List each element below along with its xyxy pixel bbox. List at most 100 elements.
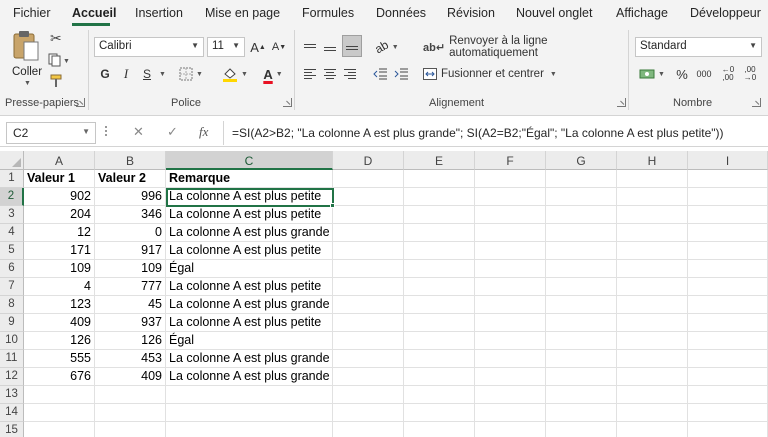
merge-center-button[interactable]: Fusionner et centrer ▼ <box>423 64 563 84</box>
underline-dropdown-icon[interactable]: ▼ <box>155 64 167 84</box>
cell-h11[interactable] <box>617 350 688 368</box>
paste-button[interactable]: Coller ▼ <box>10 30 44 87</box>
cell-g7[interactable] <box>546 278 617 296</box>
column-header-g[interactable]: G <box>546 151 617 170</box>
cell-a14[interactable] <box>24 404 95 422</box>
tab-accueil[interactable]: Accueil <box>72 6 116 20</box>
cell-f10[interactable] <box>475 332 546 350</box>
cell-d4[interactable] <box>333 224 404 242</box>
cell-a5[interactable]: 171 <box>24 242 95 260</box>
cell-b8[interactable]: 45 <box>95 296 166 314</box>
cell-h2[interactable] <box>617 188 688 206</box>
column-header-b[interactable]: B <box>95 151 166 170</box>
cell-g5[interactable] <box>546 242 617 260</box>
align-right-button[interactable] <box>342 64 358 84</box>
cell-g2[interactable] <box>546 188 617 206</box>
cell-c10[interactable]: Égal <box>166 332 333 350</box>
cell-i1[interactable] <box>688 170 768 188</box>
cell-e11[interactable] <box>404 350 475 368</box>
row-header-11[interactable]: 11 <box>0 350 24 368</box>
cell-c12[interactable]: La colonne A est plus grande <box>166 368 333 386</box>
row-header-8[interactable]: 8 <box>0 296 24 314</box>
cell-c13[interactable] <box>166 386 333 404</box>
cell-f14[interactable] <box>475 404 546 422</box>
cell-e4[interactable] <box>404 224 475 242</box>
cell-b10[interactable]: 126 <box>95 332 166 350</box>
cell-b11[interactable]: 453 <box>95 350 166 368</box>
cell-g1[interactable] <box>546 170 617 188</box>
cell-c5[interactable]: La colonne A est plus petite <box>166 242 333 260</box>
cell-c15[interactable] <box>166 422 333 437</box>
cell-a2[interactable]: 902 <box>24 188 95 206</box>
align-left-button[interactable] <box>302 64 318 84</box>
insert-function-icon[interactable]: fx <box>199 124 208 140</box>
cell-c1[interactable]: Remarque <box>166 170 333 188</box>
cell-e6[interactable] <box>404 260 475 278</box>
font-color-button[interactable]: A ▼ <box>256 64 290 84</box>
cell-c11[interactable]: La colonne A est plus grande <box>166 350 333 368</box>
increase-decimal-button[interactable]: ←0,00 <box>718 64 738 84</box>
cell-c8[interactable]: La colonne A est plus grande <box>166 296 333 314</box>
currency-format-button[interactable]: ▼ <box>636 64 668 84</box>
cell-i3[interactable] <box>688 206 768 224</box>
cell-b4[interactable]: 0 <box>95 224 166 242</box>
copy-icon[interactable]: ▼ <box>48 53 70 70</box>
cell-g6[interactable] <box>546 260 617 278</box>
cell-e12[interactable] <box>404 368 475 386</box>
cell-d11[interactable] <box>333 350 404 368</box>
cell-h8[interactable] <box>617 296 688 314</box>
cell-f6[interactable] <box>475 260 546 278</box>
cell-b5[interactable]: 917 <box>95 242 166 260</box>
cell-d6[interactable] <box>333 260 404 278</box>
cell-d14[interactable] <box>333 404 404 422</box>
cell-g3[interactable] <box>546 206 617 224</box>
clipboard-launcher-icon[interactable] <box>76 98 85 107</box>
row-header-5[interactable]: 5 <box>0 242 24 260</box>
cell-i7[interactable] <box>688 278 768 296</box>
cell-b14[interactable] <box>95 404 166 422</box>
cell-i11[interactable] <box>688 350 768 368</box>
cell-i10[interactable] <box>688 332 768 350</box>
cell-h5[interactable] <box>617 242 688 260</box>
column-header-i[interactable]: I <box>688 151 768 170</box>
cell-a9[interactable]: 409 <box>24 314 95 332</box>
cell-f2[interactable] <box>475 188 546 206</box>
cell-h7[interactable] <box>617 278 688 296</box>
cell-c4[interactable]: La colonne A est plus grande <box>166 224 333 242</box>
cell-b2[interactable]: 996 <box>95 188 166 206</box>
format-painter-icon[interactable] <box>50 74 64 91</box>
cell-b15[interactable] <box>95 422 166 437</box>
cell-a10[interactable]: 126 <box>24 332 95 350</box>
cell-b12[interactable]: 409 <box>95 368 166 386</box>
align-top-button[interactable] <box>302 37 318 57</box>
cell-h9[interactable] <box>617 314 688 332</box>
number-launcher-icon[interactable] <box>752 98 761 107</box>
cell-g8[interactable] <box>546 296 617 314</box>
align-middle-button[interactable] <box>322 37 338 57</box>
cell-g15[interactable] <box>546 422 617 437</box>
cell-f7[interactable] <box>475 278 546 296</box>
cut-icon[interactable]: ✂ <box>50 30 62 47</box>
cell-f8[interactable] <box>475 296 546 314</box>
underline-button[interactable]: S <box>139 64 155 84</box>
cell-a8[interactable]: 123 <box>24 296 95 314</box>
tab-fichier[interactable]: Fichier <box>13 6 51 20</box>
column-header-d[interactable]: D <box>333 151 404 170</box>
font-size-combo[interactable]: 11 ▼ <box>207 37 245 57</box>
tab-revision[interactable]: Révision <box>447 6 495 20</box>
cancel-icon[interactable]: ✕ <box>133 124 144 140</box>
cell-a15[interactable] <box>24 422 95 437</box>
italic-button[interactable]: I <box>118 64 134 84</box>
row-header-9[interactable]: 9 <box>0 314 24 332</box>
align-bottom-button[interactable] <box>342 35 362 57</box>
row-header-14[interactable]: 14 <box>0 404 24 422</box>
fill-handle[interactable] <box>330 203 335 208</box>
cell-f3[interactable] <box>475 206 546 224</box>
cell-f11[interactable] <box>475 350 546 368</box>
cell-i13[interactable] <box>688 386 768 404</box>
cell-i2[interactable] <box>688 188 768 206</box>
row-header-6[interactable]: 6 <box>0 260 24 278</box>
increase-indent-button[interactable] <box>392 64 410 84</box>
decrease-indent-button[interactable] <box>371 64 389 84</box>
number-format-combo[interactable]: Standard ▼ <box>635 37 762 57</box>
